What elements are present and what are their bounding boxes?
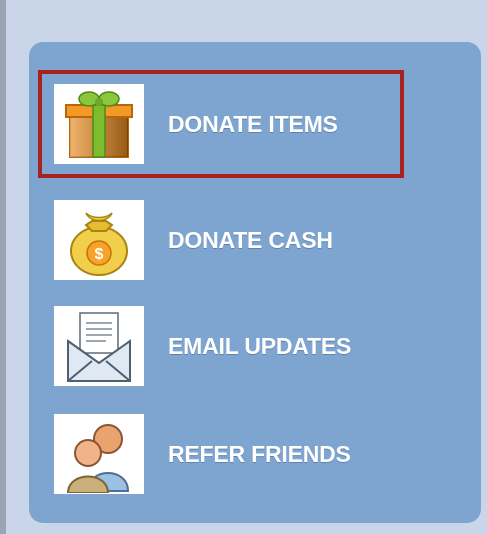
menu-item-refer-friends[interactable]: REFER FRIENDS <box>54 414 424 494</box>
people-icon <box>54 414 144 494</box>
menu-item-donate-cash[interactable]: $ DONATE CASH <box>54 200 424 280</box>
gift-icon <box>54 84 144 164</box>
menu-item-label: DONATE CASH <box>168 226 333 253</box>
sidebar-frame: DONATE ITEMS $ DONATE CASH EMAIL UPDATES… <box>0 0 487 534</box>
svg-text:$: $ <box>95 246 104 263</box>
menu-item-label: DONATE ITEMS <box>168 110 338 137</box>
menu-item-label: EMAIL UPDATES <box>168 332 352 359</box>
menu-item-donate-items[interactable]: DONATE ITEMS <box>54 84 424 164</box>
envelope-icon <box>54 306 144 386</box>
menu-item-label: REFER FRIENDS <box>168 440 351 467</box>
menu-item-email-updates[interactable]: EMAIL UPDATES <box>54 306 424 386</box>
money-bag-icon: $ <box>54 200 144 280</box>
